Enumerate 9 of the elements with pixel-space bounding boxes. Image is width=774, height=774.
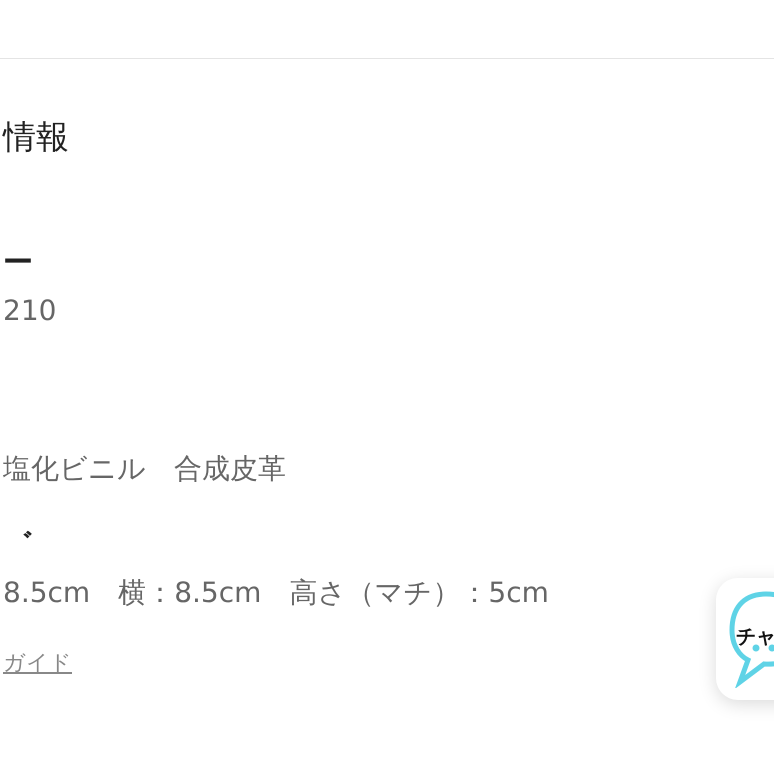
field-label: ー <box>3 244 33 282</box>
field-value: 塩化ビニル 合成皮革 <box>3 451 286 487</box>
field-label: ゛ <box>3 526 34 564</box>
guide-link[interactable]: ガイド <box>3 649 72 679</box>
field-value: 8.5cm 横：8.5cm 高さ（マチ）：5cm <box>3 575 549 611</box>
chat-button[interactable]: チャ <box>716 578 774 700</box>
section-title: 情報 <box>3 117 70 157</box>
chat-label: チャ <box>736 625 774 650</box>
field-value: 210 <box>3 293 56 329</box>
